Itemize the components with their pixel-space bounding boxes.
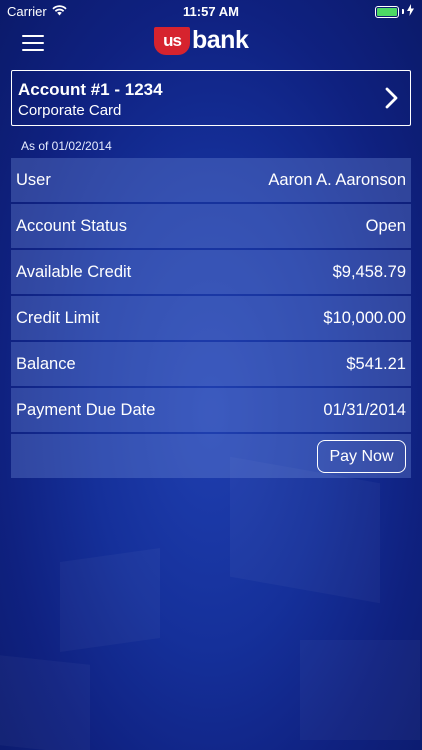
hamburger-menu-icon[interactable] [22,35,44,51]
account-selector[interactable]: Account #1 - 1234 Corporate Card [11,70,411,126]
battery-tip [402,9,404,14]
row-label: Credit Limit [16,309,100,327]
row-available-credit: Available Credit $9,458.79 [11,250,411,294]
pay-now-button[interactable]: Pay Now [317,440,406,473]
pay-row: Pay Now [11,434,411,478]
battery-fill [377,7,397,16]
background-hexagon [230,457,380,603]
row-value: Aaron A. Aaronson [268,171,406,189]
as-of-date: As of 01/02/2014 [21,139,112,153]
background-hexagon [300,640,420,740]
account-title: Account #1 - 1234 [18,80,163,99]
status-bar: Carrier 11:57 AM [0,0,422,22]
row-label: Balance [16,355,76,373]
row-value: $9,458.79 [332,263,406,281]
row-value: 01/31/2014 [323,401,406,419]
status-right [375,4,414,19]
row-account-status: Account Status Open [11,204,411,248]
row-label: Payment Due Date [16,401,156,419]
row-value: $10,000.00 [323,309,406,327]
battery-icon [375,5,399,18]
logo-shield: us [154,26,190,55]
row-value: Open [365,217,406,235]
row-payment-due-date: Payment Due Date 01/31/2014 [11,388,411,432]
account-info-table: User Aaron A. Aaronson Account Status Op… [11,158,411,478]
row-label: Account Status [16,217,127,235]
row-balance: Balance $541.21 [11,342,411,386]
row-value: $541.21 [346,355,406,373]
usbank-logo: us bank [154,26,249,55]
account-subtitle: Corporate Card [18,102,122,119]
row-label: Available Credit [16,263,132,281]
background-hexagon [60,548,160,652]
row-user: User Aaron A. Aaronson [11,158,411,202]
charging-icon [407,4,414,19]
status-time: 11:57 AM [183,4,239,19]
row-credit-limit: Credit Limit $10,000.00 [11,296,411,340]
background-hexagon [0,655,90,750]
chevron-right-icon [385,87,398,109]
nav-bar: us bank [0,22,422,64]
logo-text: bank [192,26,249,54]
row-label: User [16,171,51,189]
